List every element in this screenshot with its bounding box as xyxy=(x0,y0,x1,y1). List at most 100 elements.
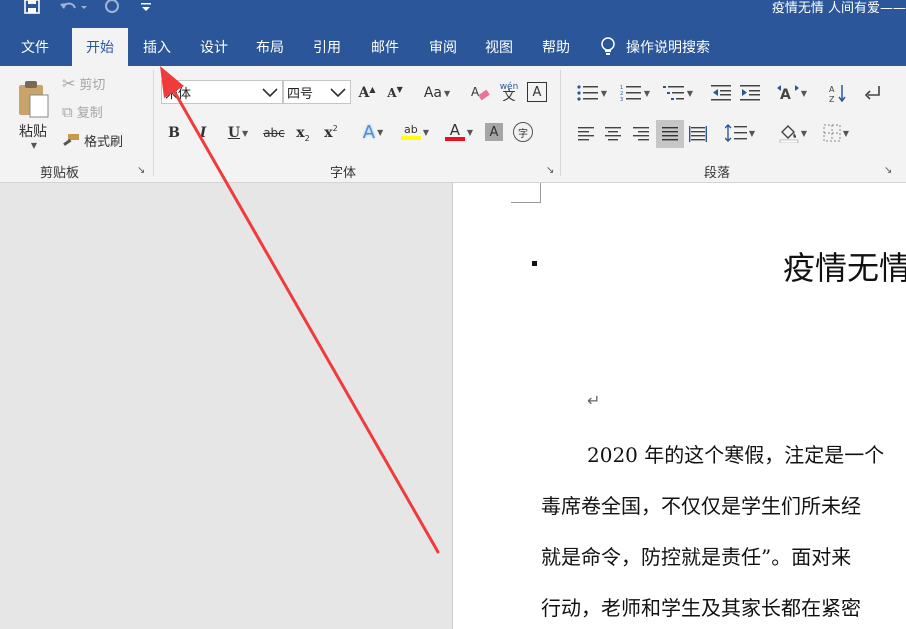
svg-text:3: 3 xyxy=(620,97,623,102)
title-bar: 疫情无情 人间有爱—— xyxy=(0,0,906,28)
document-page[interactable]: 疫情无情 ↵ 2020 年的这个寒假，注定是一个 毒席卷全国，不仅仅是学生们所未… xyxy=(452,183,906,629)
align-center-button[interactable] xyxy=(602,123,624,145)
chinese-layout-icon: A xyxy=(776,85,799,103)
font-name-value: 宋体 xyxy=(165,86,192,102)
phonetic-guide-button[interactable]: wén 文 xyxy=(498,78,520,106)
tell-me-search[interactable]: 操作说明搜索 xyxy=(600,28,710,66)
tab-view[interactable]: 视图 xyxy=(472,28,526,66)
line-spacing-icon xyxy=(724,124,747,142)
tab-mailings[interactable]: 邮件 xyxy=(358,28,412,66)
dropdown-arrow-icon: ▼ xyxy=(800,128,808,138)
customize-qat-icon[interactable] xyxy=(138,0,154,14)
dropdown-arrow-icon: ▼ xyxy=(444,88,451,98)
sort-button[interactable]: AZ xyxy=(828,81,850,105)
strikethrough-button[interactable]: abc xyxy=(262,122,286,144)
multilevel-list-button[interactable]: ▼ xyxy=(660,83,696,103)
dropdown-arrow-icon: ▼ xyxy=(643,88,651,98)
align-right-button[interactable] xyxy=(630,123,652,145)
undo-icon[interactable] xyxy=(58,0,88,14)
grow-font-button[interactable]: A ▲ xyxy=(358,82,376,104)
dropdown-arrow-icon: ▼ xyxy=(600,88,608,98)
clear-formatting-button[interactable]: A xyxy=(470,82,492,104)
increase-indent-button[interactable] xyxy=(739,83,761,103)
save-icon[interactable] xyxy=(22,0,42,14)
document-line: 毒席卷全国，不仅仅是学生们所未经 xyxy=(541,494,861,518)
borders-icon xyxy=(823,124,841,142)
ribbon-tabs: 文件 开始 插入 设计 布局 引用 邮件 审阅 视图 帮助 操作说明搜索 xyxy=(0,28,906,66)
enclose-characters-button[interactable]: 字 xyxy=(513,122,533,142)
clipboard-launcher-icon[interactable]: ↘ xyxy=(137,166,147,176)
redo-icon[interactable] xyxy=(102,0,122,14)
dropdown-arrow-icon: ▼ xyxy=(377,127,384,137)
scissors-icon: ✂ xyxy=(62,74,76,93)
superscript-button[interactable]: x2 xyxy=(321,122,341,144)
chevron-down-icon xyxy=(262,88,278,98)
paragraph-launcher-icon[interactable]: ↘ xyxy=(884,166,894,176)
dropdown-arrow-icon: ▼ xyxy=(748,128,756,138)
font-launcher-icon[interactable]: ↘ xyxy=(546,166,556,176)
font-name-combo[interactable]: 宋体 xyxy=(161,80,283,104)
multilevel-list-icon xyxy=(662,86,684,100)
shrink-font-button[interactable]: A ▼ xyxy=(386,82,404,104)
tab-layout[interactable]: 布局 xyxy=(244,28,296,66)
group-divider xyxy=(153,70,154,176)
copy-label: 复制 xyxy=(76,106,103,121)
chinese-layout-button[interactable]: A ▼ xyxy=(774,81,810,105)
line-spacing-button[interactable]: ▼ xyxy=(720,121,760,145)
group-divider xyxy=(560,70,561,176)
tab-file[interactable]: 文件 xyxy=(8,28,62,66)
document-line: 2020 年的这个寒假，注定是一个 xyxy=(587,443,885,467)
align-left-button[interactable] xyxy=(575,123,597,145)
font-size-value: 四号 xyxy=(287,86,314,102)
text-effects-button[interactable]: A ▼ xyxy=(356,120,390,144)
bullets-icon xyxy=(577,85,598,101)
tab-references[interactable]: 引用 xyxy=(300,28,354,66)
shading-button[interactable]: ▼ xyxy=(774,121,812,145)
numbering-icon: 123 xyxy=(620,85,641,102)
character-shading-button[interactable]: A xyxy=(485,123,503,141)
copy-button[interactable]: ⧉ 复制 xyxy=(62,102,103,122)
justify-button[interactable] xyxy=(656,120,684,148)
bullets-button[interactable]: ▼ xyxy=(575,83,609,103)
bold-button[interactable]: B xyxy=(165,122,183,144)
eraser-icon: A xyxy=(471,85,490,101)
decrease-indent-button[interactable] xyxy=(710,83,732,103)
format-painter-button[interactable]: 格式刷 xyxy=(62,131,123,150)
character-border-button[interactable]: A xyxy=(527,82,547,102)
dropdown-arrow-icon: ▼ xyxy=(842,128,850,138)
paragraph-bullet-mark xyxy=(532,261,537,266)
svg-text:A: A xyxy=(780,87,791,103)
align-center-icon xyxy=(605,127,621,141)
ribbon-home: 粘贴 ▼ ✂ 剪切 ⧉ 复制 格式刷 剪贴板 ↘ 宋体 四号 A ▲ A ▼ A… xyxy=(0,66,906,183)
svg-text:A: A xyxy=(471,85,480,99)
show-marks-button[interactable] xyxy=(862,81,884,105)
tab-help[interactable]: 帮助 xyxy=(530,28,582,66)
cut-button[interactable]: ✂ 剪切 xyxy=(62,74,105,93)
underline-button[interactable]: U ▼ xyxy=(220,122,256,144)
highlight-color-button[interactable]: ab ▼ xyxy=(396,118,434,146)
borders-button[interactable]: ▼ xyxy=(817,121,855,145)
cut-label: 剪切 xyxy=(79,78,106,93)
tab-review[interactable]: 审阅 xyxy=(416,28,470,66)
italic-button[interactable]: I xyxy=(194,122,212,144)
font-color-button[interactable]: A ▼ xyxy=(440,118,478,146)
lightbulb-icon xyxy=(601,37,615,55)
justify-icon xyxy=(662,127,678,141)
paste-label: 粘贴 xyxy=(19,123,47,140)
numbering-button[interactable]: 123 ▼ xyxy=(617,83,653,103)
subscript-button[interactable]: x2 xyxy=(293,122,313,144)
copy-icon: ⧉ xyxy=(62,102,73,121)
page-corner-mark xyxy=(511,183,541,203)
grow-arrow-icon: ▲ xyxy=(369,84,376,94)
font-size-combo[interactable]: 四号 xyxy=(283,80,351,104)
tab-design[interactable]: 设计 xyxy=(188,28,240,66)
tab-home[interactable]: 开始 xyxy=(72,28,128,66)
distributed-button[interactable] xyxy=(687,123,709,145)
change-case-button[interactable]: Aa ▼ xyxy=(421,82,453,104)
distributed-icon xyxy=(689,126,707,142)
paste-button[interactable]: 粘贴 ▼ xyxy=(12,74,54,154)
word-window: 疫情无情 人间有爱—— 文件 开始 插入 设计 布局 引用 邮件 审阅 视图 帮… xyxy=(0,0,906,629)
dropdown-arrow-icon: ▼ xyxy=(242,128,249,138)
chevron-down-icon xyxy=(330,88,346,98)
tab-insert[interactable]: 插入 xyxy=(132,28,182,66)
